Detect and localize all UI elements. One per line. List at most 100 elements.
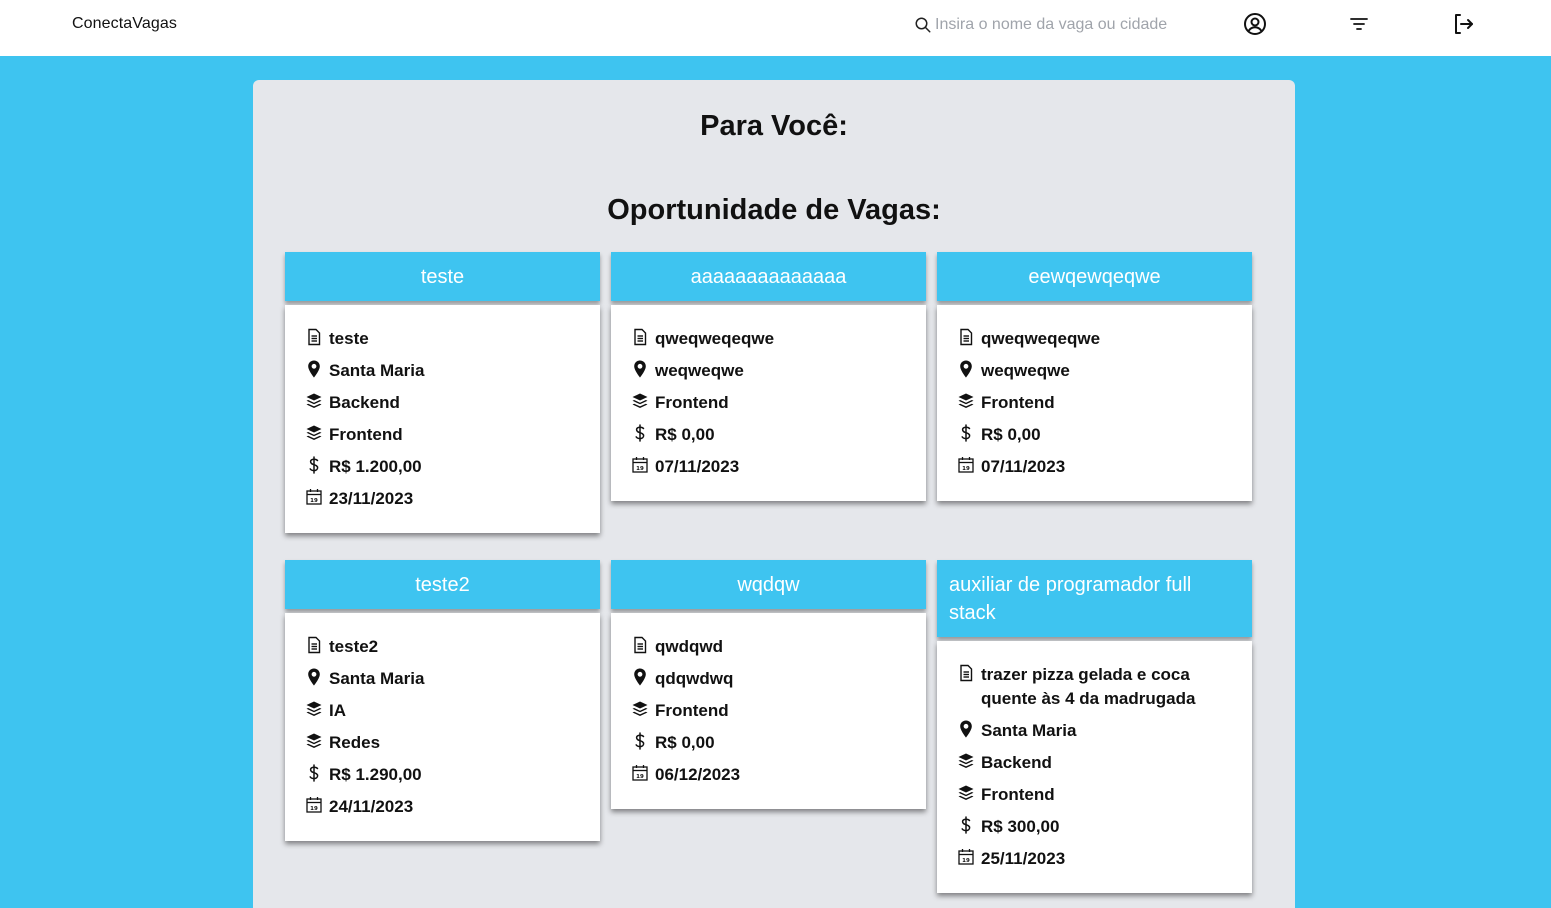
job-area-row: Backend [957,751,1232,775]
job-date: 25/11/2023 [981,849,1066,868]
dollar-icon [631,731,649,751]
dollar-icon [957,815,975,835]
job-card[interactable]: wqdqw qwdqwd qdqwdwq Frontend R$ 0,00 19 06/12… [611,560,926,809]
calendar-icon: 19 [631,763,649,783]
job-area-row: Redes [305,731,580,755]
job-description: teste2 [329,637,379,656]
job-card-title[interactable]: teste2 [285,560,600,609]
search-icon [915,17,931,33]
filter-button[interactable] [1347,12,1371,36]
brand-logo[interactable]: ConectaVagas [72,15,177,33]
svg-text:19: 19 [636,774,644,780]
job-salary-row: R$ 0,00 [957,423,1232,447]
layers-icon [305,699,323,719]
job-location: weqweqwe [981,361,1070,380]
job-description: qwdqwd [655,637,723,656]
calendar-icon: 19 [957,847,975,867]
job-card-details: qweqweqeqwe weqweqwe Frontend R$ 0,00 19 07/1… [937,305,1252,501]
job-date-row: 19 23/11/2023 [305,487,580,511]
logout-icon [1455,14,1473,34]
job-area: Backend [981,753,1052,772]
location-pin-icon [957,359,975,379]
job-description-row: teste2 [305,635,580,659]
job-location-row: weqweqwe [957,359,1232,383]
job-description-row: qwdqwd [631,635,906,659]
filter-icon [1350,18,1368,30]
location-pin-icon [631,359,649,379]
job-card-details: teste2 Santa Maria IA Redes R$ 1.290,00 19 24/… [285,613,600,841]
document-icon [957,327,975,347]
svg-text:19: 19 [636,466,644,472]
job-card-title[interactable]: eewqewqeqwe [937,252,1252,301]
location-pin-icon [957,719,975,739]
job-card-details: teste Santa Maria Backend Frontend R$ 1.200,… [285,305,600,533]
job-salary: R$ 1.290,00 [329,765,422,784]
job-card-title[interactable]: teste [285,252,600,301]
job-location-row: qdqwdwq [631,667,906,691]
job-description-row: trazer pizza gelada e coca quente às 4 d… [957,663,1232,711]
job-salary-row: R$ 300,00 [957,815,1232,839]
job-location: Santa Maria [981,721,1077,740]
top-navbar: ConectaVagas [0,0,1551,56]
layers-icon [957,391,975,411]
job-card[interactable]: auxiliar de programador full stack trazer… [937,560,1252,893]
profile-button[interactable] [1243,12,1267,36]
job-salary-row: R$ 1.290,00 [305,763,580,787]
job-date: 06/12/2023 [655,765,741,784]
job-area-row: Frontend [957,783,1232,807]
search-input[interactable] [935,16,1195,34]
layers-icon [631,391,649,411]
job-date: 24/11/2023 [329,797,414,816]
calendar-icon: 19 [957,455,975,475]
job-salary: R$ 300,00 [981,817,1060,836]
layers-icon [305,423,323,443]
job-date-row: 19 06/12/2023 [631,763,906,787]
section-title-opportunities: Oportunidade de Vagas: [607,194,941,226]
job-area-row: Frontend [305,423,580,447]
layers-icon [305,731,323,751]
location-pin-icon [305,667,323,687]
dollar-icon [631,423,649,443]
job-description-row: teste [305,327,580,351]
calendar-icon: 19 [305,795,323,815]
job-date-row: 19 07/11/2023 [957,455,1232,479]
job-card-title[interactable]: aaaaaaaaaaaaaa [611,252,926,301]
svg-text:19: 19 [310,806,318,812]
job-card[interactable]: aaaaaaaaaaaaaa qweqweqeqwe weqweqwe Fronten… [611,252,926,501]
job-card[interactable]: teste teste Santa Maria Backend Frontend R$ 1… [285,252,600,533]
layers-icon [305,391,323,411]
job-description: trazer pizza gelada e coca quente às 4 d… [981,665,1196,708]
job-card-title[interactable]: wqdqw [611,560,926,609]
job-salary: R$ 0,00 [981,425,1041,444]
job-card-details: trazer pizza gelada e coca quente às 4 d… [937,641,1252,893]
document-icon [305,327,323,347]
job-location-row: Santa Maria [957,719,1232,743]
job-area: Frontend [329,425,403,444]
job-salary-row: R$ 0,00 [631,423,906,447]
job-area: Frontend [981,393,1055,412]
document-icon [631,635,649,655]
job-salary-row: R$ 1.200,00 [305,455,580,479]
section-title-for-you: Para Você: [700,110,848,142]
job-date: 23/11/2023 [329,489,414,508]
main-panel: Para Você: Oportunidade de Vagas: teste t… [253,80,1295,908]
dollar-icon [957,423,975,443]
job-card-title[interactable]: auxiliar de programador full stack [937,560,1252,637]
job-location: weqweqwe [655,361,744,380]
layers-icon [631,699,649,719]
job-area: Redes [329,733,381,752]
job-description: qweqweqeqwe [655,329,775,348]
job-location-row: Santa Maria [305,359,580,383]
job-area-row: IA [305,699,580,723]
job-area-row: Backend [305,391,580,415]
logout-button[interactable] [1451,12,1475,36]
job-card[interactable]: teste2 teste2 Santa Maria IA Redes R$ 1.290,0… [285,560,600,841]
job-location: qdqwdwq [655,669,734,688]
calendar-icon: 19 [631,455,649,475]
document-icon [957,663,975,683]
layers-icon [957,783,975,803]
job-date-row: 19 07/11/2023 [631,455,906,479]
dollar-icon [305,455,323,475]
job-card[interactable]: eewqewqeqwe qweqweqeqwe weqweqwe Frontend R$… [937,252,1252,501]
job-date: 07/11/2023 [981,457,1066,476]
